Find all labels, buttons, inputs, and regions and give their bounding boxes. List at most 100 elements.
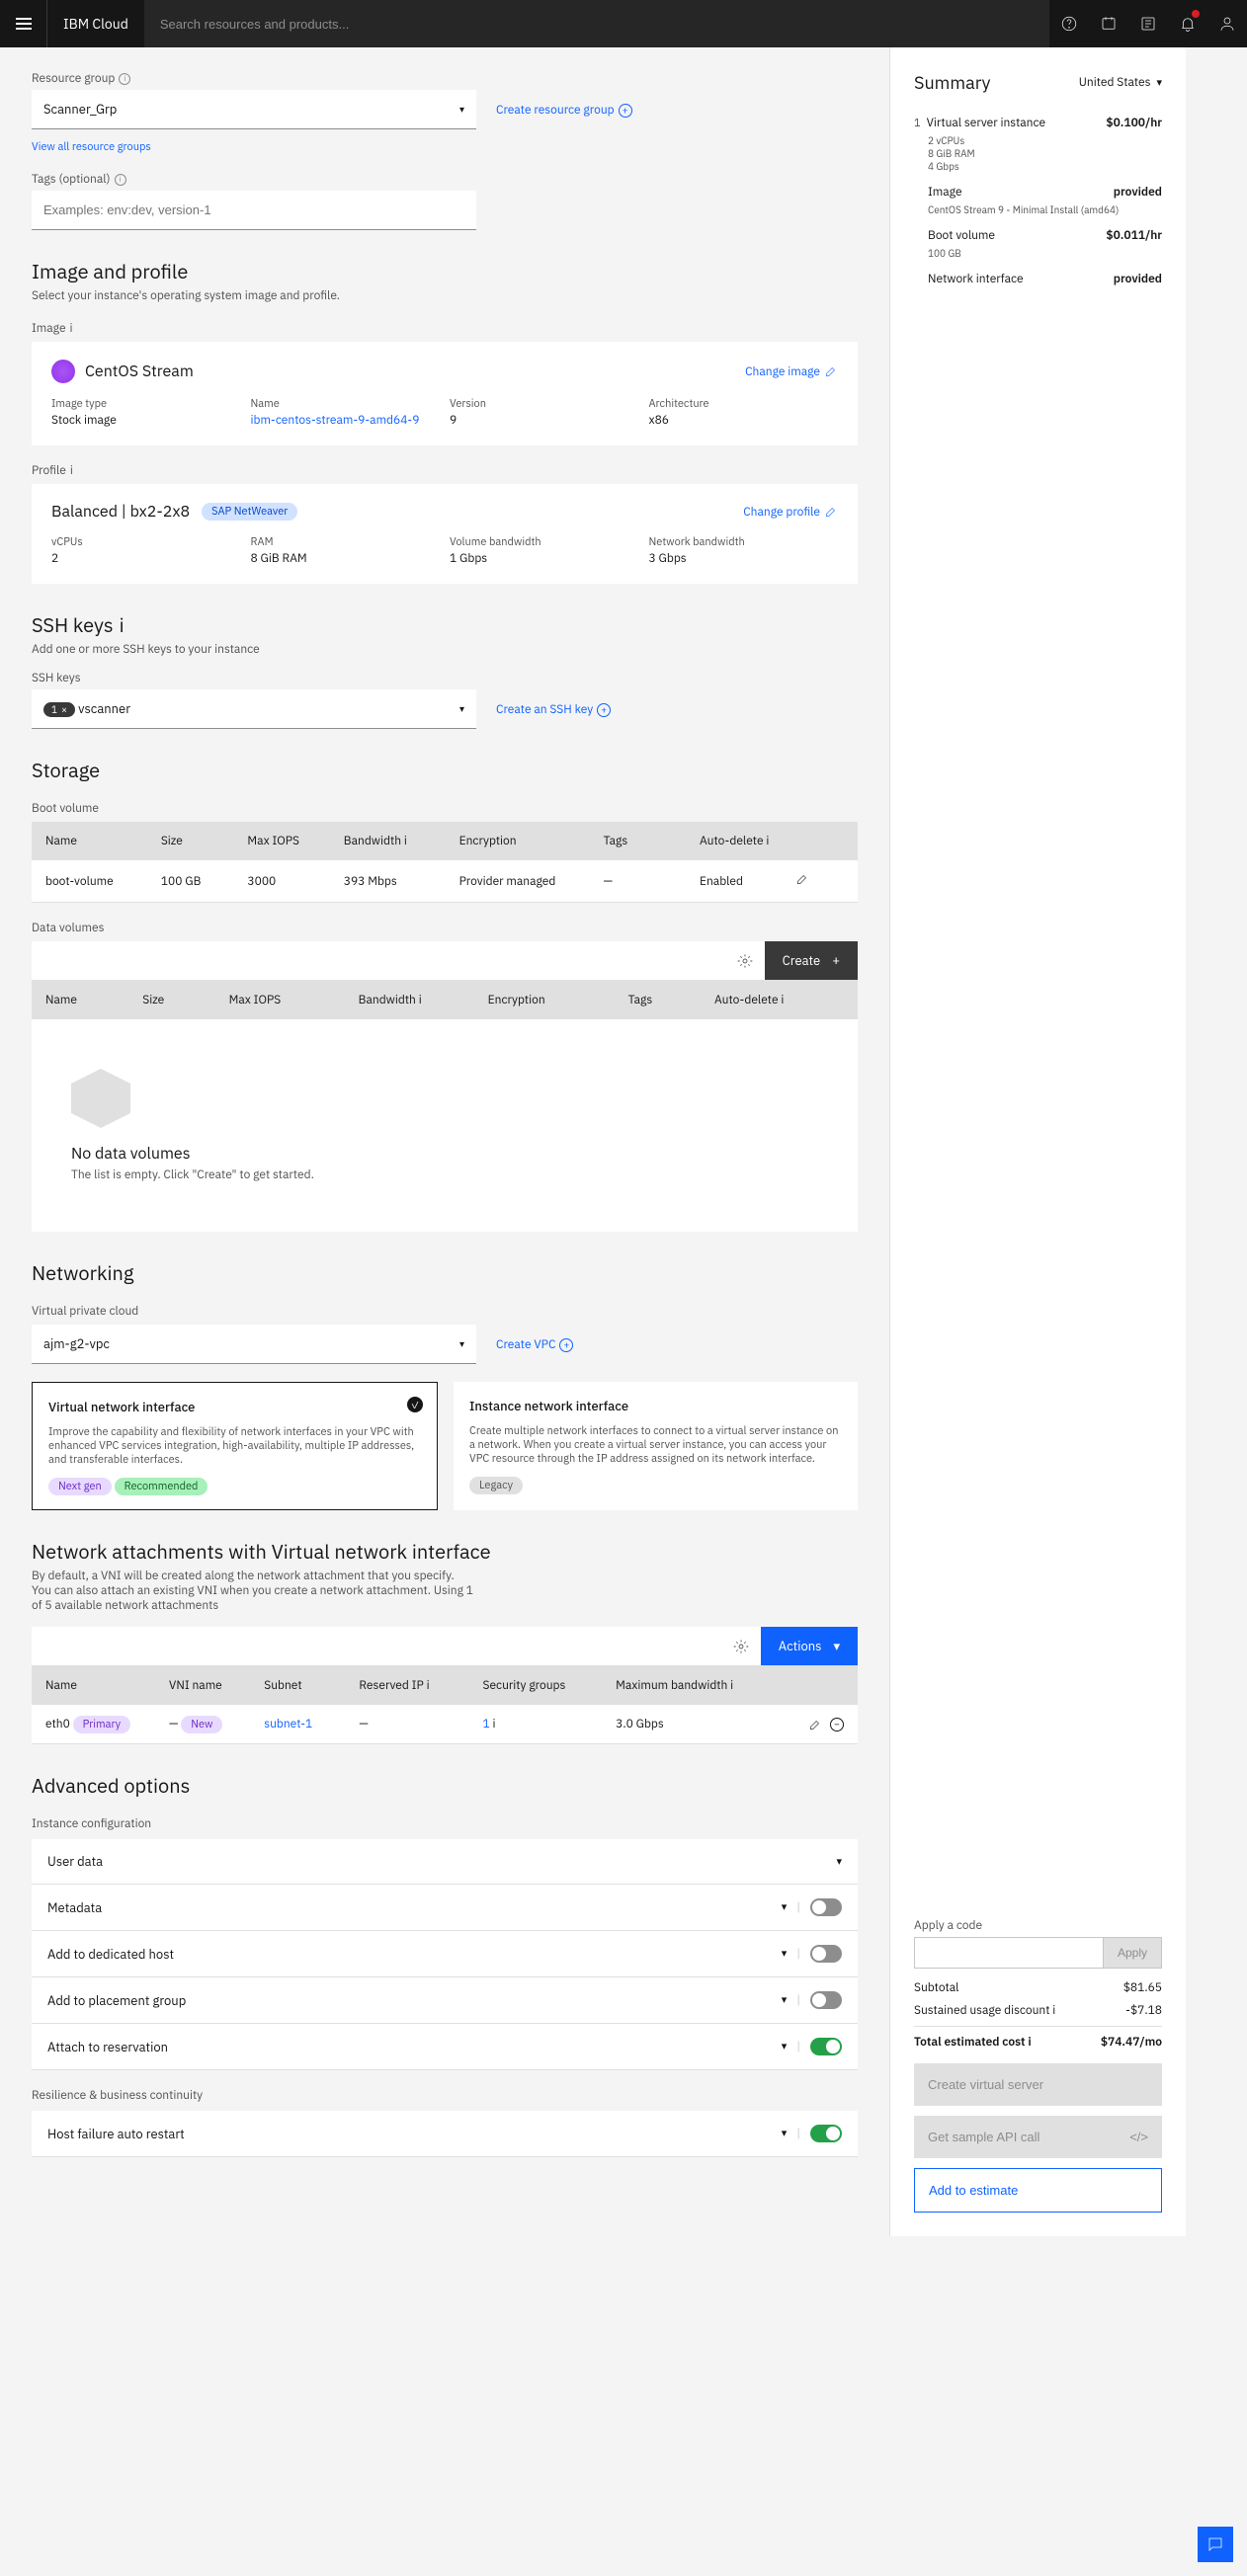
vni-option-card[interactable]: ✓ Virtual network interface Improve the … [32,1382,438,1510]
info-icon[interactable]: i [119,73,130,85]
image-profile-heading: Image and profile [32,258,858,284]
legacy-badge: Legacy [469,1477,523,1494]
sap-badge: SAP NetWeaver [202,503,297,521]
networking-heading: Networking [32,1259,858,1286]
profile-label: Profilei [32,463,858,478]
feedback-button[interactable] [1198,2527,1233,2562]
tags-input[interactable] [32,191,476,230]
ssh-heading: SSH keysi [32,611,858,638]
tags-label: Tags (optional)i [32,172,858,187]
recommended-badge: Recommended [115,1478,208,1495]
shell-icon[interactable] [1128,0,1168,47]
image-name-link[interactable]: ibm-centos-stream-9-amd64-9 [251,413,420,428]
create-resource-group-link[interactable]: Create resource group+ [496,103,632,118]
region-select[interactable]: United States▾ [1079,75,1162,90]
change-profile-link[interactable]: Change profile [743,505,838,520]
info-icon[interactable]: i [404,834,407,848]
resource-group-select[interactable]: Scanner_Grp▾ [32,90,476,129]
apply-code-label: Apply a code [914,1918,1162,1933]
instance-config-label: Instance configuration [32,1816,858,1831]
empty-state: No data volumes The list is empty. Click… [32,1019,858,1232]
create-vpc-link[interactable]: Create VPC+ [496,1337,573,1352]
create-volume-button[interactable]: Create+ [765,941,858,980]
sg-link[interactable]: 1 [482,1717,489,1731]
apply-code-button[interactable]: Apply [1103,1937,1162,1969]
data-volume-table: NameSizeMax IOPS Bandwidth i EncryptionT… [32,981,858,1232]
resilience-label: Resilience & business continuity [32,2088,858,2103]
centos-logo-icon [51,360,75,383]
nat-heading: Network attachments with Virtual network… [32,1538,858,1565]
new-badge: New [181,1716,222,1733]
acc-reservation[interactable]: Attach to reservation▾| [32,2024,858,2070]
data-volumes-label: Data volumes [32,921,858,935]
advanced-heading: Advanced options [32,1772,858,1799]
boot-volume-label: Boot volume [32,801,858,816]
vpc-label: Virtual private cloud [32,1304,858,1319]
create-ssh-key-link[interactable]: Create an SSH key+ [496,702,611,717]
ssh-keys-select[interactable]: 1× vscanner ▾ [32,689,476,729]
info-icon[interactable]: i [70,321,73,336]
storage-heading: Storage [32,757,858,783]
add-to-estimate-button[interactable]: Add to estimate [914,2168,1162,2213]
brand-logo: IBM Cloud [47,15,144,33]
notification-icon[interactable] [1168,0,1207,47]
info-icon[interactable]: i [427,1678,430,1693]
menu-button[interactable] [0,0,47,47]
data-volume-toolbar: Create+ [32,941,858,981]
ssh-keys-label: SSH keys [32,671,858,685]
toggle-metadata[interactable] [810,1898,842,1916]
nextgen-badge: Next gen [48,1478,112,1495]
info-icon[interactable]: i [730,1678,733,1693]
top-nav: IBM Cloud [0,0,1247,47]
help-icon[interactable] [1049,0,1089,47]
edit-row-icon[interactable] [808,1718,822,1731]
nat-sub: By default, a VNI will be created along … [32,1569,476,1613]
info-icon[interactable]: i [781,993,784,1007]
acc-user-data[interactable]: User data▾ [32,1839,858,1885]
info-icon[interactable]: i [493,1717,496,1731]
ssh-sub: Add one or more SSH keys to your instanc… [32,642,858,657]
change-image-link[interactable]: Change image [745,364,838,379]
info-icon[interactable]: i [115,174,126,186]
info-icon[interactable]: i [766,834,769,848]
info-icon[interactable]: i [70,463,73,478]
settings-icon[interactable] [721,1627,761,1665]
settings-icon[interactable] [725,941,765,980]
info-icon[interactable]: i [1052,2003,1055,2018]
info-icon[interactable]: i [1028,2035,1031,2050]
toggle-host-failure[interactable] [810,2125,842,2142]
summary-title: Summary [914,71,991,94]
nat-table: NameVNI nameSubnet Reserved IP i Securit… [32,1666,858,1744]
promo-code-input[interactable] [914,1937,1103,1969]
search-input[interactable] [144,0,1049,47]
edit-row-icon[interactable] [795,872,844,890]
info-icon[interactable]: i [419,993,422,1007]
acc-placement-group[interactable]: Add to placement group▾| [32,1977,858,2024]
remove-row-icon[interactable]: − [830,1718,844,1731]
acc-host-failure[interactable]: Host failure auto restart▾| [32,2111,858,2157]
toggle-reservation[interactable] [810,2038,842,2055]
user-icon[interactable] [1207,0,1247,47]
actions-button[interactable]: Actions▾ [761,1627,858,1665]
vpc-select[interactable]: ajm-g2-vpc▾ [32,1325,476,1364]
toggle-placement-group[interactable] [810,1991,842,2009]
profile-card: Balanced | bx2-2x8 SAP NetWeaver Change p… [32,484,858,584]
cube-icon [71,1069,130,1128]
instance-ni-option-card[interactable]: Instance network interface Create multip… [454,1382,858,1510]
os-name: CentOS Stream [85,362,194,381]
check-icon: ✓ [407,1397,423,1412]
toggle-dedicated-host[interactable] [810,1945,842,1963]
table-row: eth0 Primary — New subnet-1 — 1 i 3.0 Gb… [32,1705,858,1744]
subnet-link[interactable]: subnet-1 [264,1717,359,1731]
acc-dedicated-host[interactable]: Add to dedicated host▾| [32,1931,858,1977]
sample-api-button[interactable]: Get sample API call</> [914,2116,1162,2158]
create-server-button[interactable]: Create virtual server [914,2063,1162,2106]
resource-group-label: Resource groupi [32,71,476,86]
info-icon[interactable]: i [120,611,125,638]
profile-name: Balanced | bx2-2x8 [51,502,190,522]
acc-metadata[interactable]: Metadata▾| [32,1885,858,1931]
boot-volume-table: Name Size Max IOPS Bandwidth i Encryptio… [32,822,858,903]
view-all-resource-groups-link[interactable]: View all resource groups [32,140,151,154]
catalog-icon[interactable] [1089,0,1128,47]
nat-toolbar: Actions▾ [32,1627,858,1666]
